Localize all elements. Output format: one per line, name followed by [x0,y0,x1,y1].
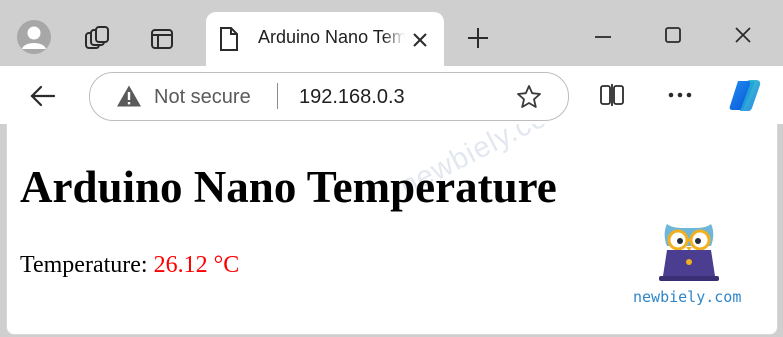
tab-strip: Arduino Nano Temperature [0,0,783,66]
address-divider [277,83,278,109]
maximize-icon [665,27,681,43]
browser-window: Arduino Nano Temperature [0,0,783,337]
url-text[interactable]: 192.168.0.3 [299,86,405,109]
close-icon[interactable] [410,30,430,50]
page-icon [220,27,238,51]
split-screen-button[interactable] [596,80,628,110]
temperature-label: Temperature: [20,252,154,278]
avatar-icon [17,20,51,54]
minimize-icon [595,36,611,38]
toolbar: Not secure 192.168.0.3 [0,66,783,124]
back-button[interactable] [26,79,60,113]
profile-button[interactable] [16,19,52,55]
security-label[interactable]: Not secure [154,86,251,109]
minimize-button[interactable] [588,22,618,52]
temperature-line: Temperature: 26.12 °C [20,252,239,279]
page-heading: Arduino Nano Temperature [20,162,557,212]
tab-title: Arduino Nano Temperature [258,27,405,47]
maximize-button[interactable] [658,20,688,50]
tab-actions-button[interactable] [145,22,179,56]
page-content: newbiely.com Arduino Nano Temperature Te… [6,124,778,335]
address-bar[interactable]: Not secure 192.168.0.3 [89,72,569,121]
back-arrow-icon [30,85,56,107]
warning-icon[interactable] [116,84,142,108]
copilot-button[interactable] [726,77,764,113]
temperature-value: 26.12 °C [153,252,240,278]
close-icon [735,27,751,43]
workspaces-button[interactable] [80,22,114,56]
split-screen-icon [600,84,624,106]
close-window-button[interactable] [728,20,758,50]
new-tab-button[interactable] [462,22,494,54]
more-button[interactable] [664,80,696,110]
star-icon[interactable] [515,83,543,111]
plus-icon [468,28,488,48]
workspaces-icon [85,26,109,49]
brand-text: newbiely.com [633,288,742,306]
copilot-icon [729,80,761,111]
active-tab[interactable]: Arduino Nano Temperature [206,12,444,66]
owl-logo-icon [659,224,719,281]
tab-actions-icon [151,29,173,49]
more-icon [668,92,692,98]
